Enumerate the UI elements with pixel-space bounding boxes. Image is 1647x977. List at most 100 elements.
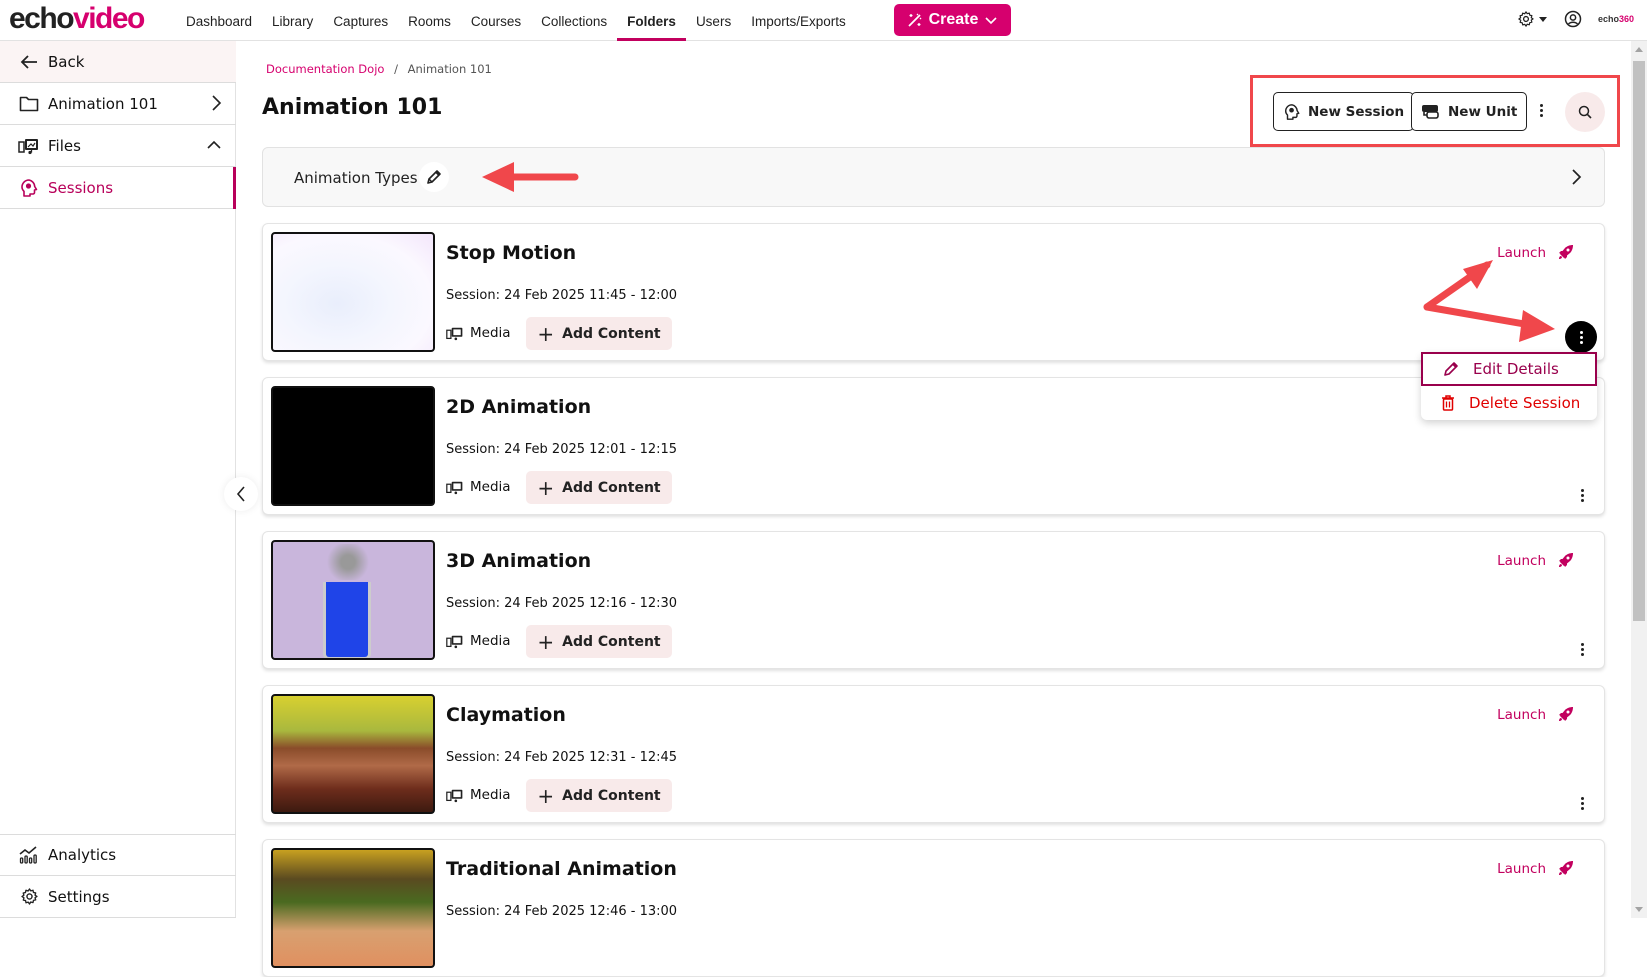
new-unit-label: New Unit [1448, 103, 1518, 120]
vertical-scrollbar[interactable] [1631, 41, 1647, 918]
session-card[interactable]: Stop Motion Session: 24 Feb 2025 11:45 -… [262, 223, 1605, 361]
sidebar-files[interactable]: Files [0, 125, 236, 167]
settings-menu-button[interactable] [1517, 10, 1548, 28]
media-label: Media [470, 325, 511, 341]
sidebar-folder-label: Animation 101 [48, 94, 158, 113]
user-account-button[interactable] [1564, 10, 1582, 28]
create-button[interactable]: Create [894, 4, 1011, 36]
launch-label: Launch [1497, 707, 1546, 723]
nav-captures[interactable]: Captures [323, 0, 398, 41]
nav-users[interactable]: Users [686, 0, 741, 41]
launch-label: Launch [1497, 553, 1546, 569]
media-label: Media [470, 787, 511, 803]
echo360-logo: echo360 [1598, 14, 1635, 24]
media-indicator[interactable]: Media [446, 787, 511, 803]
add-content-button[interactable]: + Add Content [526, 471, 672, 504]
search-button[interactable] [1565, 92, 1605, 132]
media-indicator[interactable]: Media [446, 479, 511, 495]
session-thumbnail[interactable] [271, 232, 435, 352]
breadcrumb-parent-link[interactable]: Documentation Dojo [266, 62, 384, 76]
nav-dashboard[interactable]: Dashboard [176, 0, 262, 41]
new-session-button[interactable]: New Session [1273, 92, 1415, 131]
add-content-button[interactable]: + Add Content [526, 779, 672, 812]
session-title[interactable]: 3D Animation [446, 550, 591, 572]
media-indicator[interactable]: Media [446, 633, 511, 649]
media-files-icon [446, 635, 463, 648]
trash-icon [1442, 395, 1454, 411]
session-options-button[interactable] [1581, 643, 1584, 656]
launch-button[interactable]: Launch [1497, 860, 1574, 878]
scroll-down-arrow[interactable] [1635, 907, 1643, 912]
launch-button[interactable]: Launch [1497, 706, 1574, 724]
nav-courses[interactable]: Courses [461, 0, 531, 41]
sidebar-settings[interactable]: Settings [0, 876, 236, 918]
thumbnail-beaker [323, 582, 371, 658]
session-card[interactable]: Claymation Session: 24 Feb 2025 12:31 - … [262, 685, 1605, 823]
session-title[interactable]: Stop Motion [446, 242, 576, 264]
folder-icon [18, 93, 40, 115]
session-title[interactable]: 2D Animation [446, 396, 591, 418]
edit-unit-button[interactable] [419, 162, 449, 192]
main-nav: Dashboard Library Captures Rooms Courses… [176, 0, 856, 41]
nav-imports-exports[interactable]: Imports/Exports [741, 0, 856, 41]
session-card[interactable]: 3D Animation Session: 24 Feb 2025 12:16 … [262, 531, 1605, 669]
session-title[interactable]: Traditional Animation [446, 858, 677, 880]
annotation-arrow-unit [482, 162, 579, 192]
media-files-icon [446, 327, 463, 340]
sidebar-sessions[interactable]: Sessions [0, 167, 236, 209]
scroll-up-arrow[interactable] [1635, 47, 1643, 52]
create-label: Create [928, 11, 979, 28]
breadcrumb-separator: / [394, 62, 398, 76]
session-card[interactable]: 2D Animation Session: 24 Feb 2025 12:01 … [262, 377, 1605, 515]
page-title: Animation 101 [262, 95, 443, 120]
echovideo-logo[interactable]: echovideo [9, 2, 145, 36]
add-content-label: Add Content [562, 479, 661, 496]
breadcrumb-current: Animation 101 [407, 62, 492, 76]
more-options-button[interactable] [1540, 104, 1543, 117]
media-files-icon [18, 135, 40, 157]
rocket-icon [1559, 553, 1573, 567]
sidebar-back-label: Back [48, 52, 85, 71]
session-thumbnail[interactable] [271, 540, 435, 660]
user-circle-icon [1564, 10, 1582, 28]
session-thumbnail[interactable] [271, 694, 435, 814]
pencil-icon [1444, 362, 1458, 376]
gear-icon [1518, 11, 1534, 27]
edit-details-menu-item[interactable]: Edit Details [1421, 352, 1597, 386]
sidebar-back[interactable]: Back [0, 41, 236, 83]
new-session-label: New Session [1308, 103, 1405, 120]
add-content-button[interactable]: + Add Content [526, 625, 672, 658]
nav-rooms[interactable]: Rooms [398, 0, 461, 41]
session-options-button[interactable] [1565, 321, 1597, 353]
unit-row-animation-types[interactable]: Animation Types [262, 147, 1605, 207]
session-title[interactable]: Claymation [446, 704, 566, 726]
nav-library[interactable]: Library [262, 0, 323, 41]
session-context-menu: Edit Details Delete Session [1421, 352, 1597, 420]
session-date: Session: 24 Feb 2025 11:45 - 12:00 [446, 288, 678, 303]
media-label: Media [470, 479, 511, 495]
nav-collections[interactable]: Collections [531, 0, 617, 41]
sidebar-analytics[interactable]: Analytics [0, 834, 236, 876]
sidebar-settings-label: Settings [48, 887, 110, 906]
sidebar-folder-animation-101[interactable]: Animation 101 [0, 83, 236, 125]
session-date: Session: 24 Feb 2025 12:46 - 13:00 [446, 904, 678, 919]
session-card[interactable]: Traditional Animation Session: 24 Feb 20… [262, 839, 1605, 977]
media-indicator[interactable]: Media [446, 325, 511, 341]
delete-session-menu-item[interactable]: Delete Session [1421, 386, 1597, 420]
session-date: Session: 24 Feb 2025 12:16 - 12:30 [446, 596, 678, 611]
sidebar-analytics-label: Analytics [48, 846, 117, 864]
session-thumbnail[interactable] [271, 848, 435, 968]
session-thumbnail[interactable] [271, 386, 435, 506]
delete-session-label: Delete Session [1469, 394, 1581, 412]
session-options-button[interactable] [1581, 489, 1584, 502]
session-date: Session: 24 Feb 2025 12:01 - 12:15 [446, 442, 678, 457]
add-content-label: Add Content [562, 633, 661, 650]
add-content-button[interactable]: + Add Content [526, 317, 672, 350]
new-unit-button[interactable]: New Unit [1411, 92, 1528, 131]
launch-button[interactable]: Launch [1497, 552, 1574, 570]
nav-folders[interactable]: Folders [617, 0, 686, 41]
add-content-label: Add Content [562, 325, 661, 342]
launch-label: Launch [1497, 861, 1546, 877]
scrollbar-thumb[interactable] [1633, 61, 1645, 621]
session-options-button[interactable] [1581, 797, 1584, 810]
